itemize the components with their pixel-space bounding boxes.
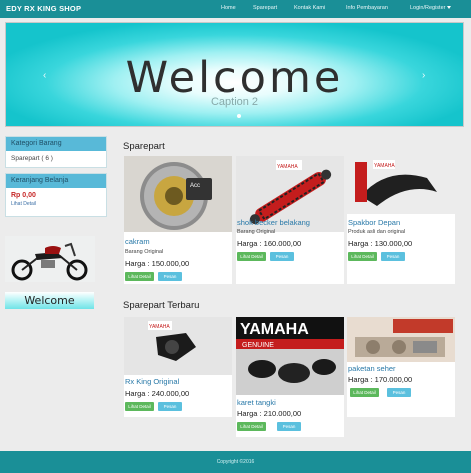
nav-login-register-label: Login/Register [410, 5, 446, 11]
chevron-left-icon[interactable]: ‹ [43, 70, 46, 81]
product-card: YAMAHA GENUINE karet tangki Harga : 210.… [236, 317, 344, 437]
product-image-paketan-seher[interactable] [347, 317, 455, 362]
product-image-cakram[interactable]: Acc [124, 156, 232, 232]
order-button[interactable]: Pesan [381, 252, 405, 261]
product-desc: Produk asli dan original [348, 229, 406, 235]
product-card: YAMAHA shok becker belakang Barang Origi… [236, 156, 344, 284]
cart-panel: Keranjang Belanja Rp 0,00 Lihat Detail [5, 173, 107, 217]
product-price: Harga : 210.000,00 [237, 409, 302, 418]
product-desc: Barang Original [237, 229, 276, 235]
chevron-right-icon[interactable]: › [422, 70, 425, 81]
nav-home[interactable]: Home [221, 5, 236, 11]
category-item-sparepart[interactable]: Sparepart ( 6 ) [6, 151, 106, 166]
nav-login-register[interactable]: Login/Register [410, 5, 452, 11]
brand-logo[interactable]: EDY RX KING SHOP [6, 4, 81, 13]
product-name[interactable]: karet tangki [237, 398, 276, 407]
yamaha-label: YAMAHA [277, 164, 298, 170]
cart-heading: Keranjang Belanja [6, 174, 106, 188]
product-name[interactable]: shok becker belakang [237, 218, 310, 227]
order-button[interactable]: Pesan [387, 388, 411, 397]
hero-carousel[interactable]: Welcome Caption 2 ‹ › [5, 22, 464, 127]
product-price: Harga : 170.000,00 [348, 375, 413, 384]
product-name[interactable]: Rx King Original [125, 377, 179, 386]
nav-kontak-kami[interactable]: Kontak Kami [294, 5, 325, 11]
view-detail-button[interactable]: Lihat Detail [237, 422, 266, 431]
view-detail-button[interactable]: Lihat Detail [237, 252, 266, 261]
section-title-sparepart-terbaru: Sparepart Terbaru [123, 300, 200, 311]
view-detail-button[interactable]: Lihat Detail [350, 388, 379, 397]
cart-amount: Rp 0,00 [11, 192, 36, 199]
section-title-sparepart: Sparepart [123, 141, 165, 152]
product-image-spakbor[interactable]: YAMAHA [347, 156, 455, 214]
footer: Copyright ©2016 [0, 451, 471, 473]
product-price: Harga : 150.000,00 [125, 259, 190, 268]
category-heading: Kategori Barang [6, 137, 106, 151]
yamaha-logo-text: YAMAHA [240, 321, 309, 338]
caret-down-icon [447, 6, 452, 10]
product-name[interactable]: cakram [125, 237, 150, 246]
carousel-indicator[interactable] [237, 114, 241, 118]
nav-sparepart[interactable]: Sparepart [253, 5, 277, 11]
yamaha-label-3: YAMAHA [149, 324, 170, 330]
view-detail-button[interactable]: Lihat Detail [125, 402, 154, 411]
welcome-banner: Welcome [5, 292, 94, 309]
product-price: Harga : 130.000,00 [348, 239, 413, 248]
product-card: Acc cakram Barang Original Harga : 150.0… [124, 156, 232, 284]
product-card: paketan seher Harga : 170.000,00 Lihat D… [347, 317, 455, 417]
nav-info-pembayaran[interactable]: Info Pembayaran [346, 5, 388, 11]
view-detail-button[interactable]: Lihat Detail [125, 272, 154, 281]
motorcycle-image [5, 236, 95, 282]
product-name[interactable]: Spakbor Depan [348, 218, 400, 227]
product-card: YAMAHA Spakbor Depan Produk asli dan ori… [347, 156, 455, 284]
product-name[interactable]: paketan seher [348, 364, 396, 373]
product-image-rx-king[interactable]: YAMAHA [124, 317, 232, 375]
product-desc: Barang Original [125, 249, 164, 255]
product-image-karet-tangki[interactable]: YAMAHA GENUINE [236, 317, 344, 395]
genuine-label: GENUINE [242, 342, 274, 349]
category-panel: Kategori Barang Sparepart ( 6 ) [5, 136, 107, 168]
order-button[interactable]: Pesan [270, 252, 294, 261]
top-navbar: EDY RX KING SHOP Home Sparepart Kontak K… [0, 0, 471, 18]
acc-label: Acc [190, 183, 200, 189]
order-button[interactable]: Pesan [277, 422, 301, 431]
view-detail-button[interactable]: Lihat Detail [348, 252, 377, 261]
cart-detail-link[interactable]: Lihat Detail [11, 201, 101, 207]
product-price: Harga : 160.000,00 [237, 239, 302, 248]
order-button[interactable]: Pesan [158, 272, 182, 281]
yamaha-label-2: YAMAHA [374, 163, 395, 169]
copyright-text: Copyright ©2016 [216, 459, 255, 465]
product-card: YAMAHA Rx King Original Harga : 240.000,… [124, 317, 232, 417]
carousel-caption: Caption 2 [210, 96, 259, 108]
product-price: Harga : 240.000,00 [125, 389, 190, 398]
order-button[interactable]: Pesan [158, 402, 182, 411]
